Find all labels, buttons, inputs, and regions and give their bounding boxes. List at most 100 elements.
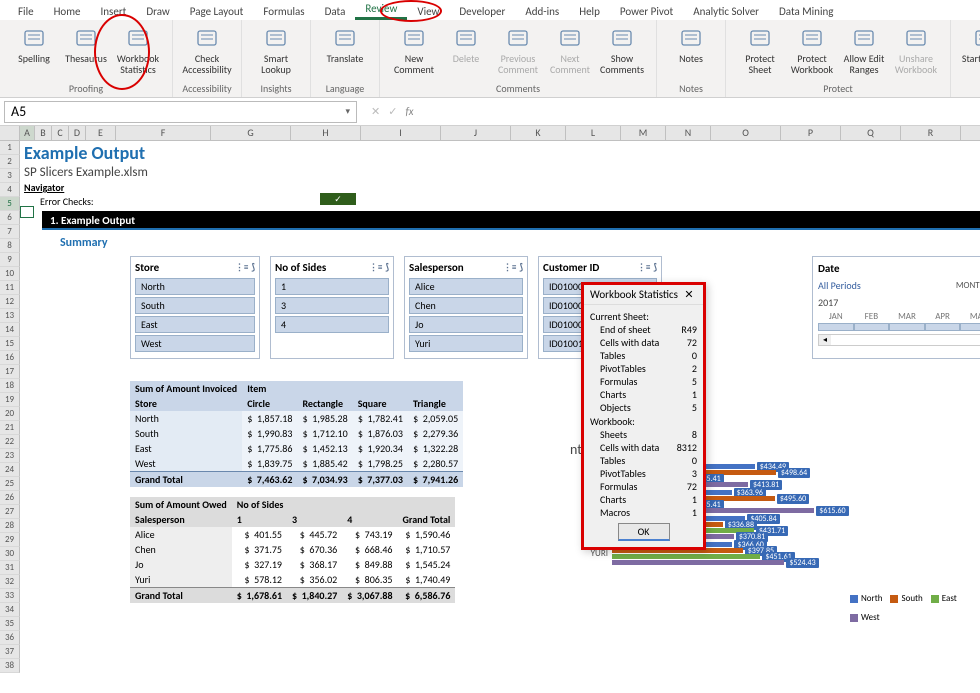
column-header[interactable]: L (566, 126, 621, 140)
row-header[interactable]: 26 (0, 491, 20, 505)
ribbon-tab-add-ins[interactable]: Add-ins (515, 3, 569, 20)
ribbon-cmd-show-comments[interactable]: Show Comments (596, 24, 648, 77)
slicer-item[interactable]: South (135, 297, 255, 314)
timeline-slicer-date[interactable]: Date⟆All PeriodsMONTHS ▾2017JANFEBMARAPR… (812, 256, 980, 359)
column-header[interactable]: H (291, 126, 361, 140)
row-header[interactable]: 23 (0, 449, 20, 463)
slicer-item[interactable]: Yuri (409, 335, 523, 352)
formula-bar-input[interactable] (428, 101, 976, 123)
ribbon-cmd-protect-workbook[interactable]: Protect Workbook (786, 24, 838, 77)
slicer-store[interactable]: Store⋮≡⟆NorthSouthEastWest (130, 256, 260, 359)
column-header[interactable]: M (621, 126, 666, 140)
row-header[interactable]: 38 (0, 659, 20, 673)
table-row[interactable]: Jo$ 327.19$ 368.17$ 849.88$ 1,545.24 (130, 557, 455, 572)
slicer-item[interactable]: Alice (409, 278, 523, 295)
pivot-col-hdr[interactable]: Circle (242, 396, 297, 411)
slicer-item[interactable]: East (135, 316, 255, 333)
row-header[interactable]: 31 (0, 561, 20, 575)
column-header[interactable]: R (901, 126, 961, 140)
column-header[interactable]: J (441, 126, 511, 140)
row-header[interactable]: 7 (0, 225, 20, 239)
row-header[interactable]: 13 (0, 309, 20, 323)
column-header[interactable]: E (86, 126, 116, 140)
table-row[interactable]: Yuri$ 578.12$ 356.02$ 806.35$ 1,740.49 (130, 572, 455, 588)
ribbon-cmd-start-inking[interactable]: Start Inking (959, 24, 980, 66)
pivot-col-hdr[interactable]: Rectangle (297, 396, 352, 411)
row-header[interactable]: 5 (0, 197, 20, 211)
enter-icon[interactable]: ✓ (388, 105, 397, 118)
pivot-col-hdr[interactable]: Grand Total (398, 512, 456, 527)
multiselect-icon[interactable]: ⋮≡ (369, 262, 382, 273)
row-header[interactable]: 35 (0, 617, 20, 631)
clear-filter-icon[interactable]: ⟆ (519, 262, 523, 273)
multiselect-icon[interactable]: ⋮≡ (503, 262, 516, 273)
table-row[interactable]: Chen$ 371.75$ 670.36$ 668.46$ 1,710.57 (130, 542, 455, 557)
ribbon-tab-insert[interactable]: Insert (91, 3, 137, 20)
slicer-sales[interactable]: Salesperson⋮≡⟆AliceChenJoYuri (404, 256, 528, 359)
row-header[interactable]: 18 (0, 379, 20, 393)
column-header[interactable]: B (35, 126, 52, 140)
row-header[interactable]: 6 (0, 211, 20, 225)
ribbon-cmd-spelling[interactable]: Spelling (8, 24, 60, 66)
row-header[interactable]: 32 (0, 575, 20, 589)
row-header[interactable]: 37 (0, 645, 20, 659)
column-header[interactable]: O (711, 126, 781, 140)
row-header[interactable]: 30 (0, 547, 20, 561)
timeline-level-dropdown[interactable]: MONTHS ▾ (956, 280, 980, 291)
ribbon-cmd-thesaurus[interactable]: Thesaurus (60, 24, 112, 66)
ribbon-tab-home[interactable]: Home (44, 3, 91, 20)
column-header[interactable]: G (211, 126, 291, 140)
ribbon-tab-draw[interactable]: Draw (136, 3, 179, 20)
sheet-content[interactable]: Example Output SP Slicers Example.xlsm N… (20, 141, 980, 673)
ribbon-cmd-new-comment[interactable]: New Comment (388, 24, 440, 77)
table-row[interactable]: West$ 1,839.75$ 1,885.42$ 1,798.25$ 2,28… (130, 456, 463, 472)
row-header[interactable]: 22 (0, 435, 20, 449)
clear-filter-icon[interactable]: ⟆ (653, 262, 657, 273)
slicer-item[interactable]: 3 (275, 297, 389, 314)
row-header[interactable]: 9 (0, 253, 20, 267)
row-header[interactable]: 20 (0, 407, 20, 421)
slicer-item[interactable]: North (135, 278, 255, 295)
row-header[interactable]: 34 (0, 603, 20, 617)
row-header[interactable]: 24 (0, 463, 20, 477)
table-row[interactable]: North$ 1,857.18$ 1,985.28$ 1,782.41$ 2,0… (130, 411, 463, 426)
ribbon-tab-analytic-solver[interactable]: Analytic Solver (683, 3, 769, 20)
row-headers[interactable]: 1234567891011121314151617181920212223242… (0, 141, 20, 673)
clear-filter-icon[interactable]: ⟆ (251, 262, 255, 273)
row-header[interactable]: 15 (0, 337, 20, 351)
column-headers[interactable]: ABCDEFGHIJKLMNOPQR (0, 126, 980, 141)
row-header[interactable]: 1 (0, 141, 20, 155)
column-header[interactable]: F (116, 126, 211, 140)
ribbon-cmd-allow-edit-ranges[interactable]: Allow Edit Ranges (838, 24, 890, 77)
name-box-dropdown-icon[interactable]: ▾ (345, 106, 350, 117)
row-header[interactable]: 29 (0, 533, 20, 547)
row-header[interactable]: 14 (0, 323, 20, 337)
row-header[interactable]: 28 (0, 519, 20, 533)
ribbon-tab-data[interactable]: Data (315, 3, 356, 20)
timeline-bar[interactable] (818, 323, 980, 331)
ribbon-tab-developer[interactable]: Developer (449, 3, 515, 20)
table-row[interactable]: Alice$ 401.55$ 445.72$ 743.19$ 1,590.46 (130, 527, 455, 542)
ribbon-cmd-protect-sheet[interactable]: Protect Sheet (734, 24, 786, 77)
row-header[interactable]: 36 (0, 631, 20, 645)
row-header[interactable]: 8 (0, 239, 20, 253)
ribbon-tab-file[interactable]: File (8, 3, 44, 20)
ribbon-cmd-notes[interactable]: Notes (665, 24, 717, 66)
table-row[interactable]: East$ 1,775.86$ 1,452.13$ 1,920.34$ 1,32… (130, 441, 463, 456)
ok-button[interactable]: OK (618, 523, 670, 541)
row-header[interactable]: 10 (0, 267, 20, 281)
row-header[interactable]: 27 (0, 505, 20, 519)
ribbon-cmd-workbook-statistics[interactable]: Workbook Statistics (112, 24, 164, 77)
row-header[interactable]: 25 (0, 477, 20, 491)
ribbon-tab-power-pivot[interactable]: Power Pivot (610, 3, 683, 20)
pivot-invoiced[interactable]: Sum of Amount InvoicedItemStoreCircleRec… (130, 381, 463, 487)
ribbon-tab-data-mining[interactable]: Data Mining (769, 3, 843, 20)
column-header[interactable]: C (52, 126, 69, 140)
timeline-scrollbar[interactable]: ◂▸ (818, 334, 980, 346)
pivot-col-hdr[interactable]: Square (353, 396, 408, 411)
multiselect-icon[interactable]: ⋮≡ (637, 262, 650, 273)
slicer-item[interactable]: 4 (275, 316, 389, 333)
row-header[interactable]: 11 (0, 281, 20, 295)
pivot-col-hdr[interactable]: Triangle (408, 396, 463, 411)
row-header[interactable]: 17 (0, 365, 20, 379)
